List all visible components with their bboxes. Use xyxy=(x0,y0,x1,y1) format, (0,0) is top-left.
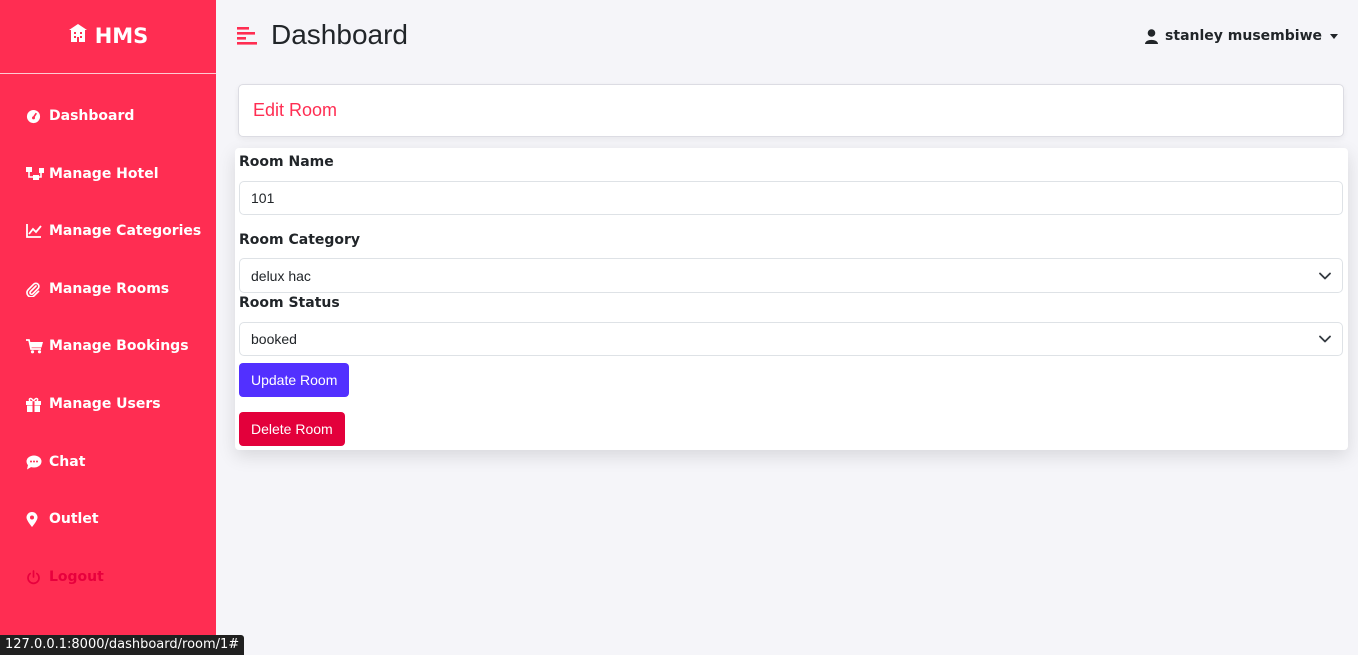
sidebar-item-manage-categories[interactable]: Manage Categories xyxy=(26,223,201,239)
sidebar-item-label: Manage Rooms xyxy=(49,281,170,297)
card-header: Edit Room xyxy=(238,84,1344,137)
room-status-label: Room Status xyxy=(239,295,340,311)
chart-line-icon xyxy=(26,224,44,238)
sidebar-item-logout[interactable]: Logout xyxy=(26,569,104,585)
sidebar-item-label: Chat xyxy=(49,454,86,470)
room-status-value: booked xyxy=(251,331,297,347)
card-title: Edit Room xyxy=(253,100,338,120)
chevron-down-icon xyxy=(1319,335,1331,343)
sidebar-item-manage-bookings[interactable]: Manage Bookings xyxy=(26,338,189,354)
room-name-field-wrapper xyxy=(239,181,1343,215)
sidebar-item-manage-users[interactable]: Manage Users xyxy=(26,396,161,412)
sidebar-item-label: Dashboard xyxy=(49,108,135,124)
sidebar-item-dashboard[interactable]: Dashboard xyxy=(26,108,134,124)
gift-icon xyxy=(26,397,44,412)
status-bar-url: 127.0.0.1:8000/dashboard/room/1# xyxy=(0,635,245,655)
paperclip-icon xyxy=(26,281,44,297)
map-pin-icon xyxy=(26,511,44,527)
sidebar-item-label: Manage Users xyxy=(49,396,161,412)
menu-toggle-icon[interactable] xyxy=(237,27,257,49)
room-category-label: Room Category xyxy=(239,232,361,248)
power-icon xyxy=(26,569,44,585)
hotel-icon xyxy=(68,23,95,48)
sidebar-item-label: Logout xyxy=(49,569,104,585)
cart-icon xyxy=(26,338,44,354)
sidebar-item-chat[interactable]: Chat xyxy=(26,454,85,470)
brand-name: HMS xyxy=(94,23,149,48)
room-name-input[interactable] xyxy=(251,190,1331,206)
sidebar-item-manage-hotel[interactable]: Manage Hotel xyxy=(26,166,159,182)
sidebar-item-outlet[interactable]: Outlet xyxy=(26,511,99,527)
user-menu[interactable]: stanley musembiwe xyxy=(1145,28,1338,44)
chevron-down-icon xyxy=(1319,272,1331,280)
edit-room-form: Room Name Room Category delux hac Room S… xyxy=(235,148,1348,450)
brand[interactable]: HMS xyxy=(0,0,216,74)
sidebar-item-label: Manage Bookings xyxy=(49,338,189,354)
sidebar-item-label: Manage Categories xyxy=(49,223,202,239)
room-status-select[interactable]: booked xyxy=(239,322,1343,356)
sidebar: HMS Dashboard Manage Hotel Manage Catego… xyxy=(0,0,216,655)
room-name-label: Room Name xyxy=(239,154,334,170)
caret-down-icon xyxy=(1330,33,1338,39)
page-title: Dashboard xyxy=(271,19,408,50)
user-icon xyxy=(1145,28,1159,44)
sidebar-item-manage-rooms[interactable]: Manage Rooms xyxy=(26,281,169,297)
sidebar-item-label: Outlet xyxy=(49,511,99,527)
user-name: stanley musembiwe xyxy=(1165,28,1322,44)
delete-room-button[interactable]: Delete Room xyxy=(239,412,345,446)
sitemap-icon xyxy=(26,167,44,181)
update-room-button[interactable]: Update Room xyxy=(239,363,350,397)
gauge-icon xyxy=(26,109,44,124)
sidebar-item-label: Manage Hotel xyxy=(49,166,159,182)
chat-icon xyxy=(26,455,44,470)
room-category-select[interactable]: delux hac xyxy=(239,258,1343,293)
room-category-value: delux hac xyxy=(251,267,311,284)
